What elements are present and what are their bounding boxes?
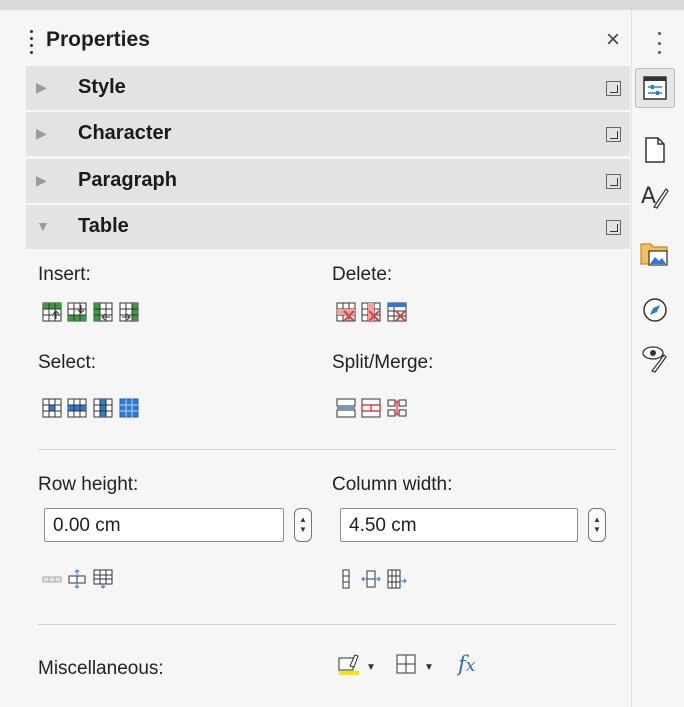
more-options-icon[interactable]: [606, 81, 621, 96]
section-paragraph[interactable]: ▶ Paragraph: [26, 159, 630, 203]
page-icon: [645, 137, 665, 163]
insert-columns-before-icon[interactable]: [93, 302, 113, 322]
delete-table-icon[interactable]: [387, 302, 407, 322]
collapse-arrow-icon: ▼: [36, 218, 50, 234]
borders-icon[interactable]: [396, 654, 416, 674]
styles-icon: A: [641, 184, 669, 209]
window-top-strip: [0, 0, 684, 10]
delete-columns-icon[interactable]: [361, 302, 381, 322]
more-options-icon[interactable]: [606, 220, 621, 235]
select-row-icon[interactable]: [67, 398, 87, 418]
more-options-icon[interactable]: [606, 174, 621, 189]
merge-cells-icon[interactable]: [387, 398, 407, 418]
more-options-icon[interactable]: [606, 127, 621, 142]
section-character[interactable]: ▶ Character: [26, 112, 630, 156]
table-cell-background-icon[interactable]: [338, 652, 362, 676]
section-style[interactable]: ▶ Style: [26, 66, 630, 110]
optimal-row-height-icon[interactable]: [67, 569, 87, 589]
split-table-icon[interactable]: [336, 398, 356, 418]
gallery-icon: [640, 243, 668, 266]
select-table-icon[interactable]: [119, 398, 139, 418]
spin-down-icon[interactable]: ▼: [593, 525, 601, 535]
panel-title: Properties: [46, 28, 150, 51]
select-label: Select:: [38, 352, 97, 373]
column-width-label: Column width:: [332, 474, 453, 495]
insert-rows-below-icon[interactable]: [67, 302, 87, 322]
svg-text:A: A: [641, 184, 656, 209]
panel-grip-handle[interactable]: [30, 30, 34, 54]
split-cells-icon[interactable]: [361, 398, 381, 418]
distribute-rows-icon[interactable]: [93, 569, 113, 589]
chevron-down-icon[interactable]: ▼: [424, 662, 434, 673]
expand-arrow-icon: ▶: [36, 172, 47, 188]
column-width-spinner[interactable]: ▲ ▼: [588, 508, 606, 542]
manage-changes-icon: [642, 346, 667, 373]
spin-up-icon[interactable]: ▲: [299, 515, 307, 525]
insert-rows-above-icon[interactable]: [42, 302, 62, 322]
tab-styles[interactable]: A: [635, 176, 675, 216]
navigator-icon: [643, 298, 667, 322]
tab-page[interactable]: [635, 130, 675, 170]
row-height-label: Row height:: [38, 474, 139, 495]
row-height-spinner[interactable]: ▲ ▼: [294, 508, 312, 542]
insert-label: Insert:: [38, 264, 91, 285]
optimal-column-width-icon[interactable]: [361, 569, 381, 589]
insert-formula-icon[interactable]: fx: [458, 652, 475, 676]
row-height-field[interactable]: 0.00 cm: [44, 508, 284, 542]
split-merge-label: Split/Merge:: [332, 352, 434, 373]
minimal-column-width-icon[interactable]: [336, 569, 356, 589]
tab-navigator[interactable]: [635, 290, 675, 330]
section-style-label: Style: [78, 76, 126, 98]
expand-arrow-icon: ▶: [36, 125, 47, 141]
sidebar-menu-icon[interactable]: [658, 32, 662, 54]
delete-label: Delete:: [332, 264, 393, 285]
section-paragraph-label: Paragraph: [78, 169, 177, 191]
separator: [38, 449, 616, 450]
properties-icon: [643, 76, 667, 100]
column-width-field[interactable]: 4.50 cm: [340, 508, 578, 542]
spin-up-icon[interactable]: ▲: [593, 515, 601, 525]
select-cell-icon[interactable]: [42, 398, 62, 418]
insert-columns-after-icon[interactable]: [119, 302, 139, 322]
section-table-label: Table: [78, 215, 129, 237]
tab-properties[interactable]: [635, 68, 675, 108]
expand-arrow-icon: ▶: [36, 79, 47, 95]
section-character-label: Character: [78, 122, 172, 144]
separator: [38, 624, 616, 625]
tab-gallery[interactable]: [635, 234, 675, 274]
section-table[interactable]: ▼ Table: [26, 205, 630, 249]
distribute-columns-icon[interactable]: [387, 569, 407, 589]
minimal-row-height-icon[interactable]: [42, 569, 62, 589]
close-icon[interactable]: ×: [606, 28, 620, 52]
spin-down-icon[interactable]: ▼: [299, 525, 307, 535]
tab-manage-changes[interactable]: [635, 338, 675, 378]
select-column-icon[interactable]: [93, 398, 113, 418]
chevron-down-icon[interactable]: ▼: [366, 662, 376, 673]
delete-rows-icon[interactable]: [336, 302, 356, 322]
miscellaneous-label: Miscellaneous:: [38, 658, 164, 679]
